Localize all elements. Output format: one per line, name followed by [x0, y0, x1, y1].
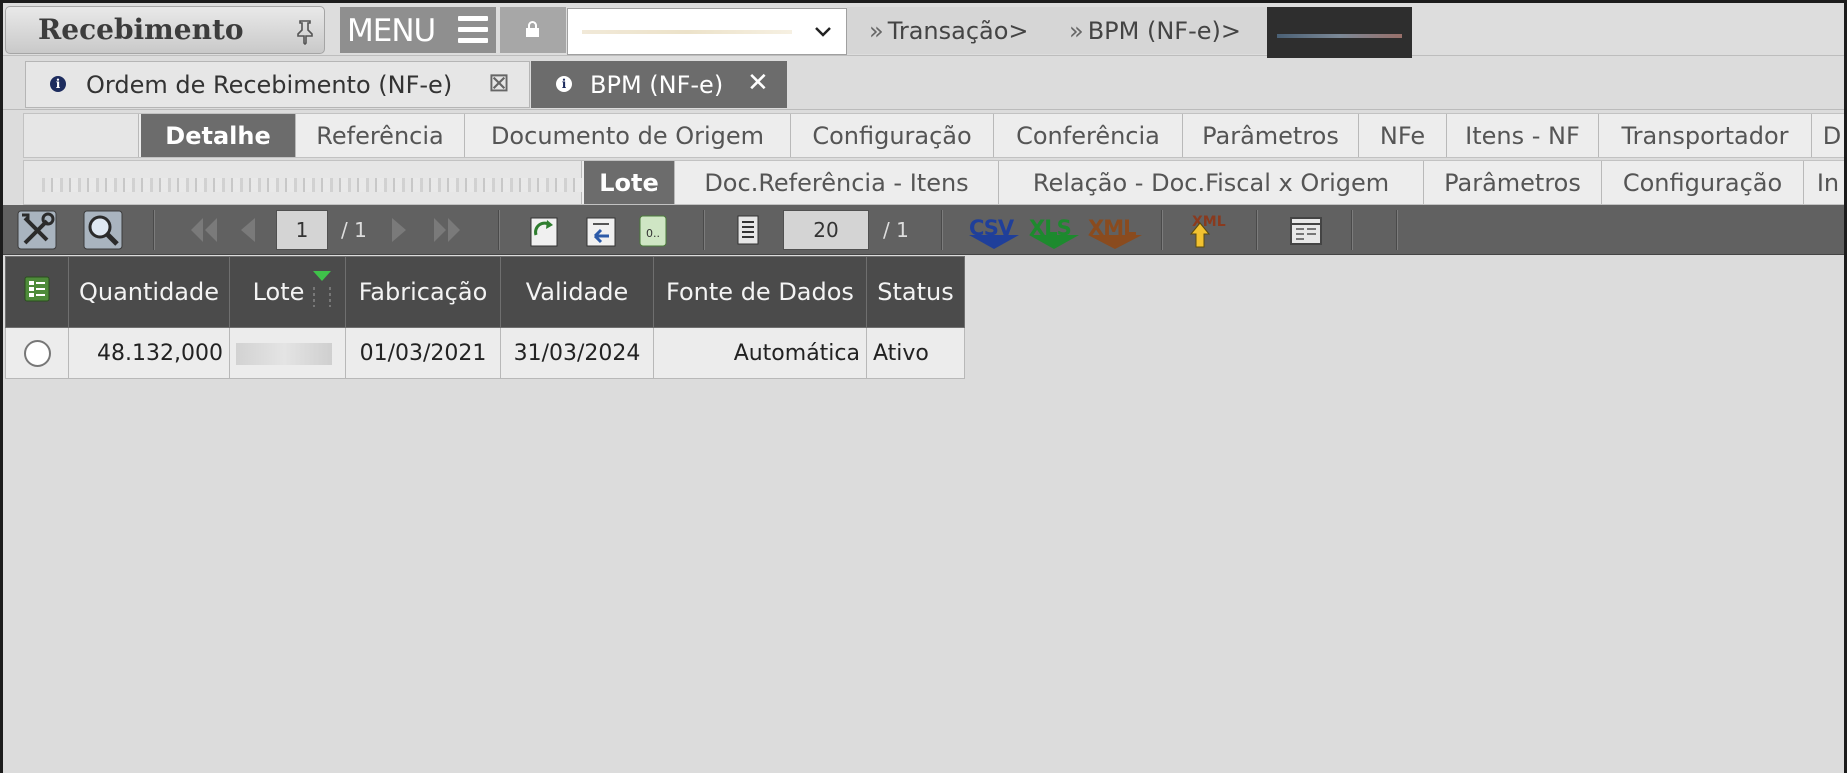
chevron-down-icon	[815, 27, 831, 37]
tools-icon[interactable]	[17, 210, 57, 250]
redacted-value	[236, 342, 332, 365]
tab-relacao-doc-fiscal[interactable]: Relação - Doc.Fiscal x Origem	[999, 161, 1424, 204]
column-chooser-header[interactable]	[5, 256, 69, 328]
last-page-icon[interactable]	[428, 210, 468, 250]
table-header-row: Quantidade Lote Fabricação Validade Font…	[5, 256, 965, 328]
down-arrow-icon	[1029, 235, 1079, 249]
rows-per-page-icon	[737, 215, 759, 245]
table-row[interactable]: 48.132,000 01/03/2021 31/03/2024 Automát…	[5, 327, 965, 379]
zero-fill-icon[interactable]: 0..	[635, 210, 671, 250]
column-header-lote[interactable]: Lote	[229, 256, 346, 328]
close-icon[interactable]: ⊠	[488, 68, 510, 98]
tab-itens-nf[interactable]: Itens - NF	[1447, 114, 1599, 157]
pin-icon[interactable]	[294, 19, 316, 45]
tab-overflow[interactable]: D	[1812, 114, 1844, 157]
tab-conferencia[interactable]: Conferência	[994, 114, 1183, 157]
cell-status: Ativo	[866, 327, 965, 379]
double-chevron-icon: »	[1069, 17, 1084, 45]
column-header-validade[interactable]: Validade	[500, 256, 654, 328]
column-chooser-icon[interactable]	[24, 276, 50, 302]
down-arrow-icon	[969, 235, 1019, 249]
window-tab-label: Ordem de Recebimento (NF-e)	[86, 71, 453, 99]
module-title: Recebimento	[38, 13, 244, 46]
export-xls-button[interactable]: XLS	[1027, 210, 1079, 250]
top-bar: Recebimento MENU » Transação> » BPM (NF-e)…	[3, 3, 1844, 59]
xml-upload-button[interactable]: XML	[1188, 210, 1232, 250]
tab-nfe[interactable]: NFe	[1359, 114, 1447, 157]
select-value-redacted	[582, 30, 792, 34]
cell-quantidade: 48.132,000	[68, 327, 230, 379]
tab-transportador[interactable]: Transportador	[1599, 114, 1812, 157]
tab-detalhe[interactable]: Detalhe	[141, 114, 296, 157]
next-page-icon[interactable]	[386, 210, 416, 250]
column-header-fonte-dados[interactable]: Fonte de Dados	[653, 256, 867, 328]
tab-overflow-sub[interactable]: In	[1804, 161, 1844, 204]
column-header-quantidade[interactable]: Quantidade	[68, 256, 230, 328]
refresh-icon[interactable]	[523, 210, 563, 250]
lock-button[interactable]	[500, 7, 566, 53]
window-tab-ordem-recebimento[interactable]: i Ordem de Recebimento (NF-e) ⊠	[25, 61, 530, 108]
row-select-cell	[5, 327, 69, 379]
prev-page-icon[interactable]	[231, 210, 261, 250]
export-csv-button[interactable]: CSV	[967, 210, 1019, 250]
tab-configuracao[interactable]: Configuração	[791, 114, 994, 157]
tab-documento-origem[interactable]: Documento de Origem	[465, 114, 791, 157]
tab-doc-referencia-itens[interactable]: Doc.Referência - Itens	[675, 161, 999, 204]
svg-text:0..: 0..	[646, 227, 660, 240]
tab-configuracao-sub[interactable]: Configuração	[1602, 161, 1804, 204]
breadcrumb-item-transacao[interactable]: » Transação>	[869, 17, 1029, 45]
cell-fonte-dados: Automática	[653, 327, 867, 379]
page-total: / 1	[341, 218, 367, 242]
breadcrumb-item-bpm[interactable]: » BPM (NF-e)>	[1069, 17, 1241, 45]
filter-icon[interactable]	[309, 269, 335, 309]
tab-referencia[interactable]: Referência	[296, 114, 465, 157]
cell-validade: 31/03/2024	[500, 327, 654, 379]
window-tab-strip: i Ordem de Recebimento (NF-e) ⊠ i BPM (N…	[3, 58, 1844, 110]
breadcrumb: » Transação> » BPM (NF-e)>	[847, 7, 1267, 54]
column-header-fabricacao[interactable]: Fabricação	[345, 256, 501, 328]
app-frame: Recebimento MENU » Transação> » BPM (NF-e)…	[3, 3, 1844, 773]
column-header-status[interactable]: Status	[866, 256, 965, 328]
lote-table: Quantidade Lote Fabricação Validade Font…	[5, 256, 965, 379]
sub-tab-bar: Lote Doc.Referência - Itens Relação - Do…	[23, 160, 1844, 205]
grid-toolbar: 1 / 1 0.. 20 / 1 CSV XLS XML XML	[3, 205, 1844, 255]
module-title-button[interactable]: Recebimento	[5, 6, 325, 54]
rows-per-page-input[interactable]: 20	[783, 210, 869, 250]
window-tab-bpm[interactable]: i BPM (NF-e) ✕	[531, 61, 787, 108]
rows-total: / 1	[883, 218, 909, 242]
transaction-select[interactable]	[567, 8, 847, 55]
cell-fabricacao: 01/03/2021	[345, 327, 501, 379]
lock-icon	[526, 21, 539, 37]
hamburger-icon	[458, 16, 488, 44]
breadcrumb-item-current[interactable]	[1267, 7, 1412, 59]
undo-icon[interactable]	[581, 210, 621, 250]
window-tab-label: BPM (NF-e)	[590, 71, 724, 99]
search-icon[interactable]	[83, 210, 123, 250]
page-number-input[interactable]: 1	[276, 210, 328, 250]
info-icon: i	[556, 76, 572, 92]
cell-lote	[229, 327, 346, 379]
tab-parametros[interactable]: Parâmetros	[1183, 114, 1359, 157]
info-icon: i	[50, 76, 66, 92]
row-radio[interactable]	[23, 339, 51, 367]
double-chevron-icon: »	[869, 17, 884, 45]
tab-parametros-sub[interactable]: Parâmetros	[1424, 161, 1602, 204]
menu-button[interactable]: MENU	[340, 7, 496, 53]
upload-arrow-icon	[1190, 222, 1210, 248]
tab-lote[interactable]: Lote	[584, 161, 675, 204]
detail-tab-bar: Detalhe Referência Documento de Origem C…	[23, 113, 1844, 158]
menu-label: MENU	[347, 13, 436, 49]
close-icon[interactable]: ✕	[747, 68, 769, 98]
redacted-tabs	[42, 178, 582, 192]
export-xml-button[interactable]: XML	[1086, 210, 1142, 250]
layout-view-icon[interactable]	[1286, 210, 1326, 250]
first-page-icon[interactable]	[183, 210, 223, 250]
down-arrow-icon	[1088, 235, 1142, 249]
